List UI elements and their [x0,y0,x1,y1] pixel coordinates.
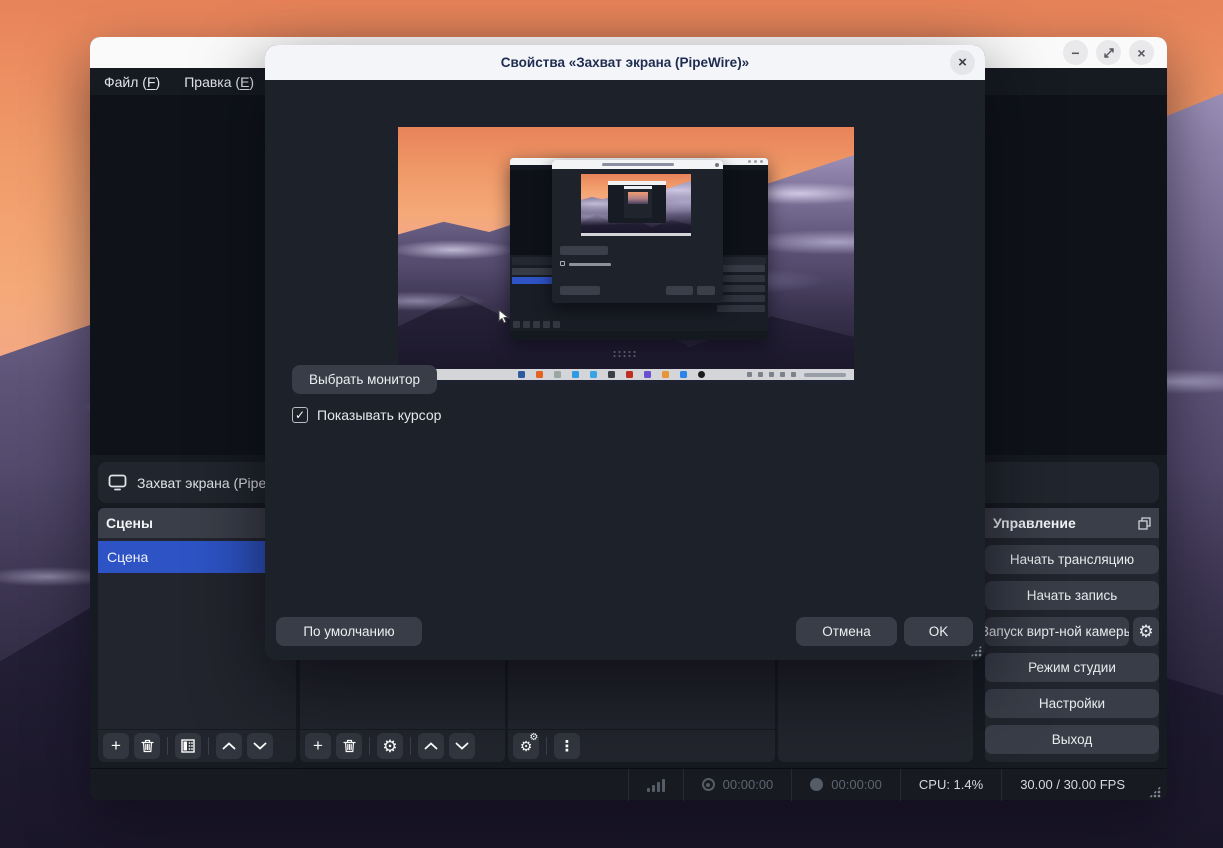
show-cursor-label: Показывать курсор [317,407,442,423]
controls-panel: Управление Начать трансляцию Начать запи… [985,508,1159,762]
preview-dialog [552,160,723,303]
preview-resize-handle[interactable] [612,350,638,357]
toolbar-separator [546,737,547,755]
remove-scene-button[interactable] [134,733,160,759]
move-scene-down-button[interactable] [247,733,273,759]
dialog-titlebar[interactable]: Свойства «Захват экрана (PipeWire)» × [265,45,985,80]
screen-capture-preview [398,127,854,383]
connection-status [629,769,683,801]
chevron-down-icon [253,742,267,750]
mixer-menu-button[interactable]: ⋮ [554,733,580,759]
studio-mode-button[interactable]: Режим студии [985,653,1159,682]
gear-icon: ⚙ [382,736,398,756]
dialog-resize-grip[interactable] [970,645,982,657]
trash-icon [342,739,356,753]
cpu-usage: CPU: 1.4% [918,777,984,792]
close-icon: × [1137,44,1146,61]
check-icon: ✓ [294,408,306,422]
preview-nested-preview [581,174,691,236]
maximize-icon [1103,47,1114,58]
filters-icon [181,739,195,753]
add-source-button[interactable]: + [305,733,331,759]
kebab-icon: ⋮ [559,738,575,755]
scene-filters-button[interactable] [175,733,201,759]
controls-panel-header: Управление [985,508,1159,538]
toolbar-separator [208,737,209,755]
sources-toolbar: + ⚙ [300,729,505,762]
record-timer: 00:00:00 [792,769,900,801]
show-cursor-row[interactable]: ✓ Показывать курсор [292,407,441,423]
toolbar-separator [410,737,411,755]
plus-icon: + [111,736,121,755]
preview-taskbar [398,369,854,380]
close-window-button[interactable]: × [1129,40,1154,65]
defaults-button[interactable]: По умолчанию [276,617,422,646]
mixer-settings-button[interactable]: ⚙ ⚙ [513,731,539,759]
move-source-up-button[interactable] [418,733,444,759]
virtual-camera-settings-button[interactable]: ⚙ [1133,617,1159,646]
broadcast-icon [701,778,715,791]
show-cursor-checkbox[interactable]: ✓ [292,407,308,423]
source-properties-button[interactable]: ⚙ [377,733,403,759]
close-icon: × [958,54,967,71]
dialog-title: Свойства «Захват экрана (PipeWire)» [500,55,750,70]
start-streaming-button[interactable]: Начать трансляцию [985,545,1159,574]
select-monitor-button[interactable]: Выбрать монитор [292,365,437,394]
move-source-down-button[interactable] [449,733,475,759]
dialog-body: Выбрать монитор ✓ Показывать курсор По у… [265,80,985,660]
maximize-button[interactable] [1096,40,1121,65]
move-scene-up-button[interactable] [216,733,242,759]
mixer-toolbar: ⚙ ⚙ ⋮ [508,729,775,762]
exit-button[interactable]: Выход [985,725,1159,754]
dialog-close-button[interactable]: × [950,50,975,75]
ok-button[interactable]: OK [904,617,973,646]
cancel-button[interactable]: Отмена [796,617,897,646]
toolbar-separator [369,737,370,755]
trash-icon [140,739,154,753]
properties-dialog: Свойства «Захват экрана (PipeWire)» × Вы… [265,45,985,660]
minimize-button[interactable]: − [1063,40,1088,65]
chevron-up-icon [222,742,236,750]
settings-button[interactable]: Настройки [985,689,1159,718]
display-icon [108,474,127,491]
scenes-toolbar: + [98,729,296,762]
signal-bars-icon [646,778,665,792]
remove-source-button[interactable] [336,733,362,759]
popout-icon[interactable] [1138,516,1151,530]
status-bar: 00:00:00 00:00:00 CPU: 1.4% 30.00 / 30.0… [90,768,1167,801]
start-recording-button[interactable]: Начать запись [985,581,1159,610]
chevron-up-icon [424,742,438,750]
fps-indicator: 30.00 / 30.00 FPS [1020,777,1125,792]
record-icon [810,778,824,791]
chevron-down-icon [455,742,469,750]
gear-icon: ⚙ [1138,622,1154,641]
gear-small-icon: ⚙ [529,731,539,743]
start-virtual-camera-button[interactable]: Запуск вирт-ной камеры [985,617,1129,646]
minimize-icon: − [1071,44,1080,61]
add-scene-button[interactable]: + [103,733,129,759]
menu-edit[interactable]: Правка (E) [172,74,266,90]
plus-icon: + [313,736,323,755]
window-resize-grip[interactable] [1149,785,1161,798]
stream-timer: 00:00:00 [684,769,792,801]
preview-mouse-cursor [498,309,509,324]
menu-file[interactable]: Файл (F) [92,74,172,90]
toolbar-separator [167,737,168,755]
